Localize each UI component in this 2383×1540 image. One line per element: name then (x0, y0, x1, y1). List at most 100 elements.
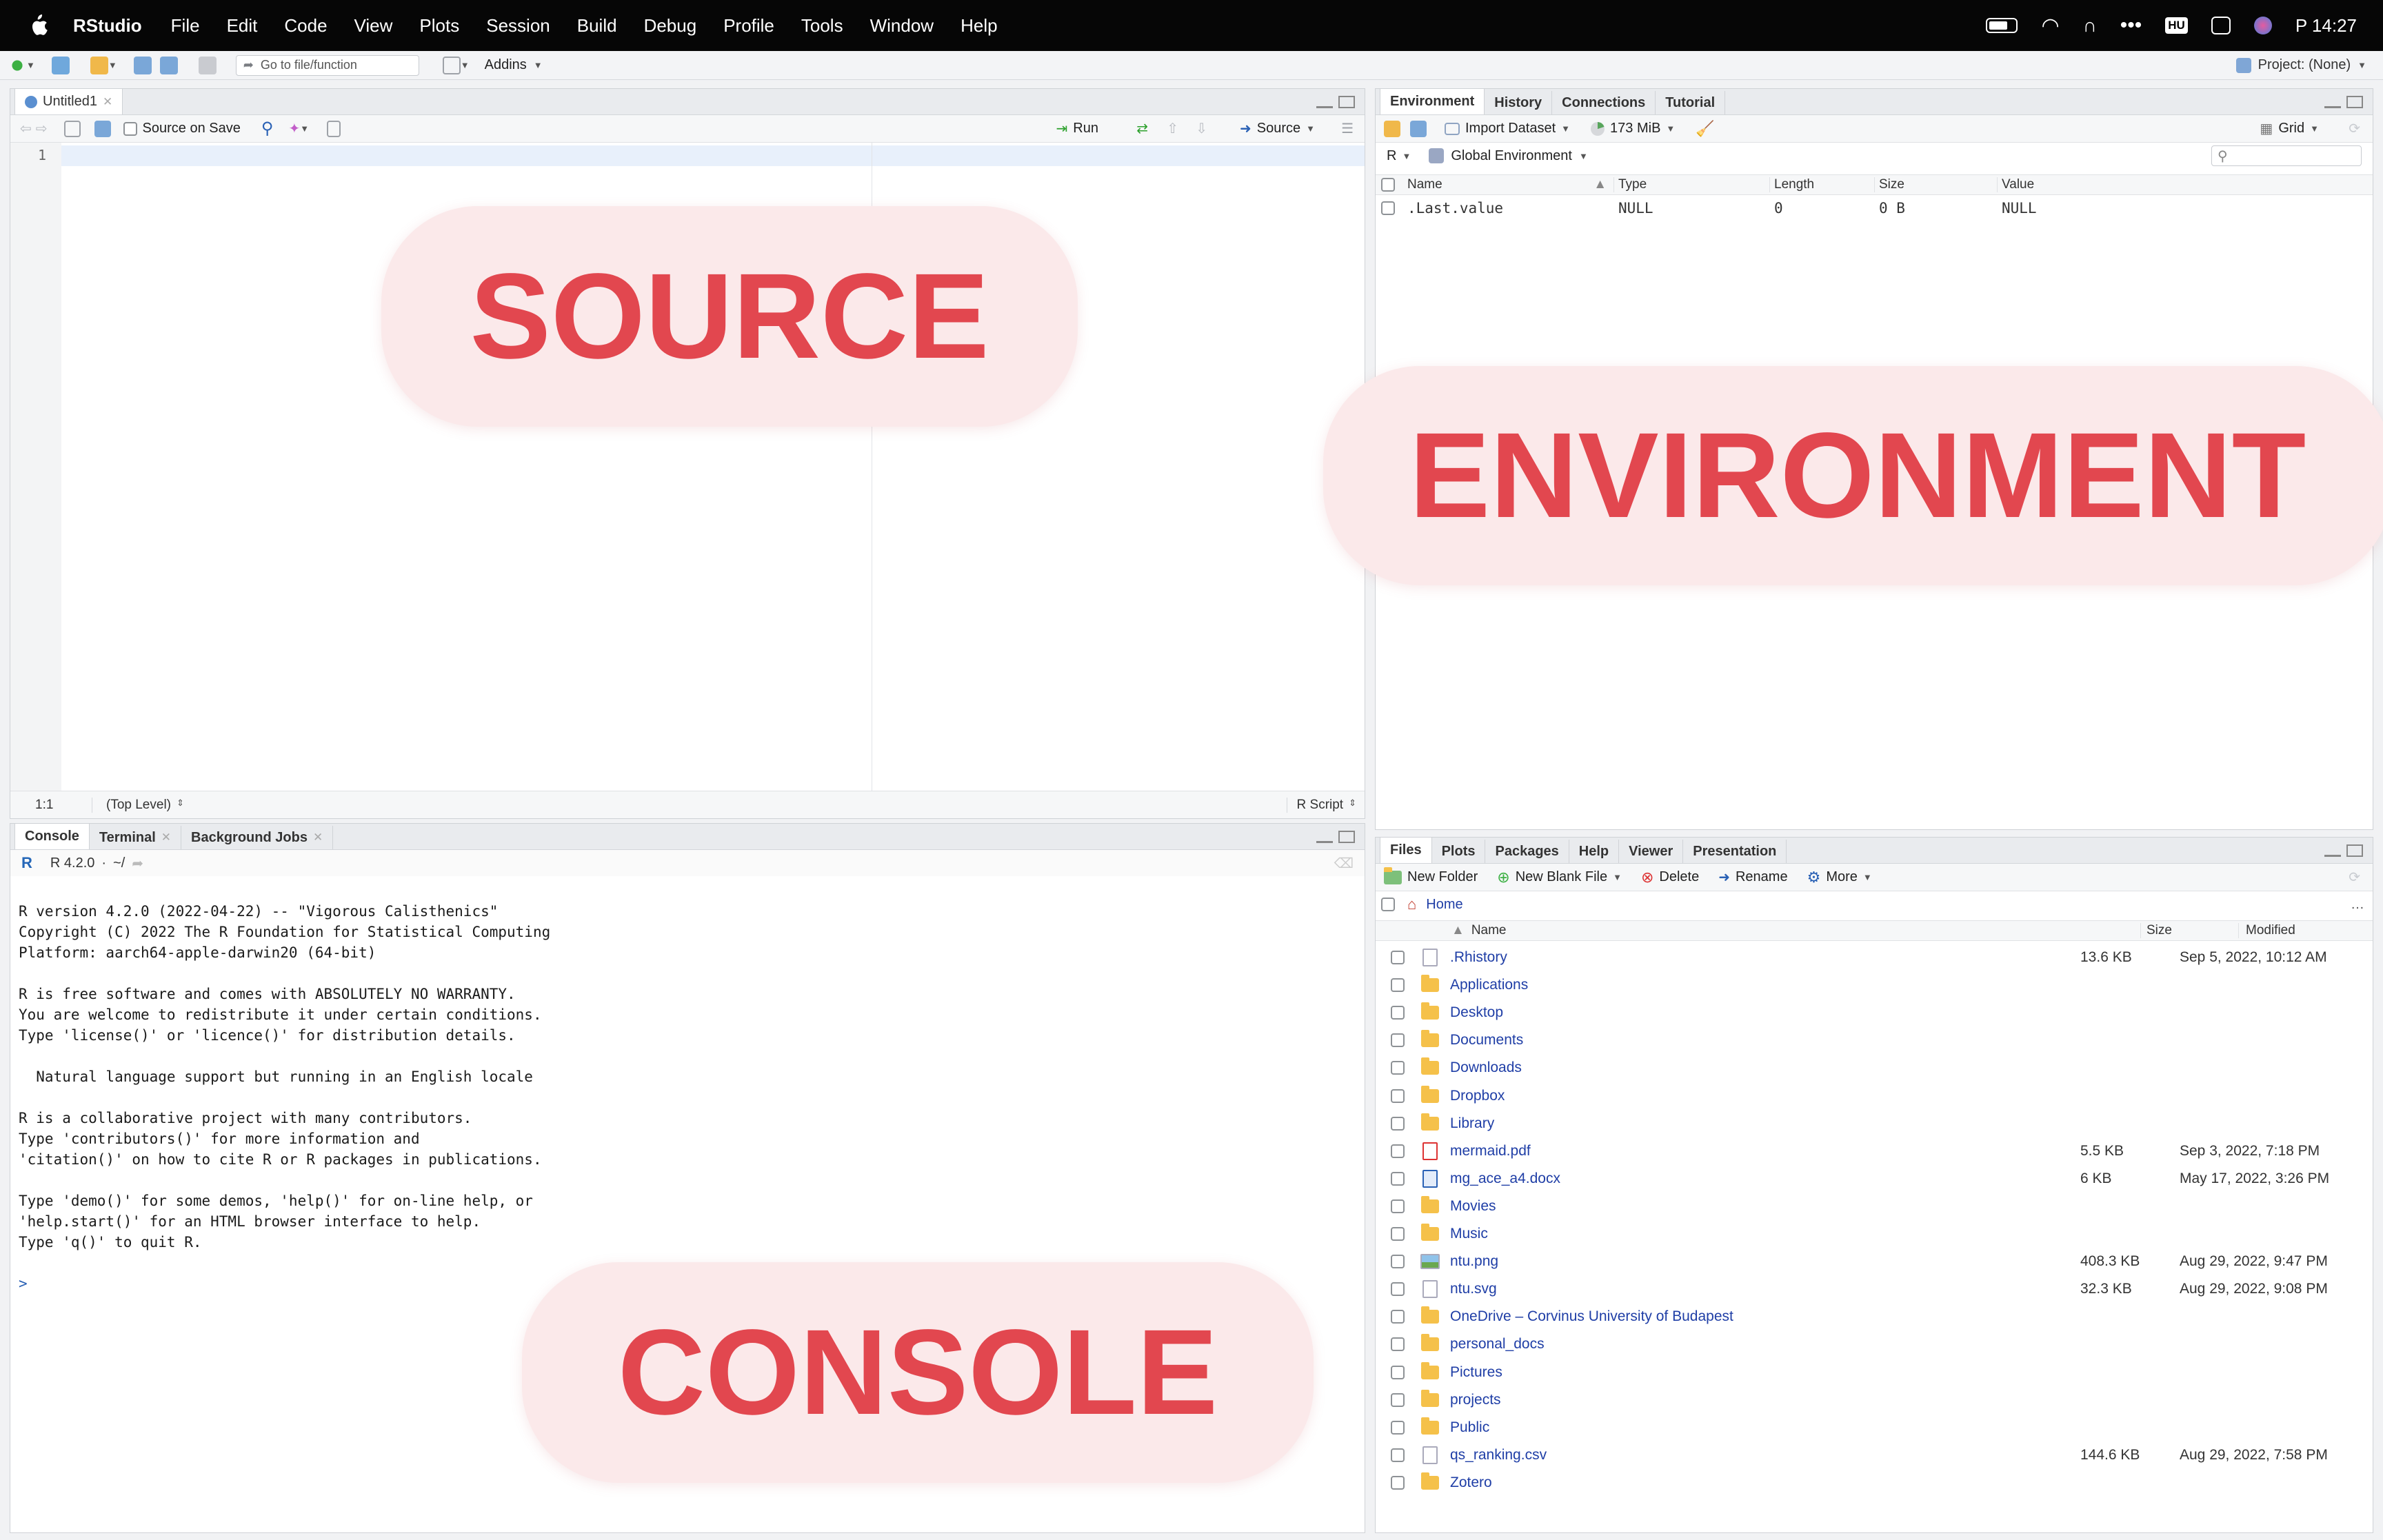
file-row[interactable]: Dropbox (1376, 1082, 2373, 1110)
scope-selector[interactable]: (Top Level) ⇕ (92, 797, 184, 813)
menu-view[interactable]: View (354, 15, 393, 37)
menu-window[interactable]: Window (870, 15, 934, 37)
file-row-checkbox[interactable] (1391, 1392, 1405, 1407)
file-name[interactable]: Pictures (1450, 1364, 2080, 1381)
tab-background-jobs[interactable]: Background Jobs ✕ (181, 826, 334, 849)
file-row-checkbox[interactable] (1391, 951, 1405, 964)
tab-connections[interactable]: Connections (1552, 91, 1656, 114)
goto-file-input[interactable]: ➦ Go to file/function (235, 54, 419, 76)
source-on-save-toggle[interactable]: Source on Save (123, 121, 241, 136)
close-terminal-icon[interactable]: ✕ (161, 831, 171, 844)
col-length-header[interactable]: Length (1774, 177, 1875, 192)
menu-debug[interactable]: Debug (644, 15, 697, 37)
breadcrumb-home[interactable]: Home (1426, 897, 1462, 913)
tab-console[interactable]: Console (14, 823, 90, 849)
project-menu[interactable]: Project: (None) ▼ (2235, 57, 2366, 73)
file-name[interactable]: Documents (1450, 1032, 2080, 1048)
file-name[interactable]: projects (1450, 1392, 2080, 1408)
code-tools-icon[interactable]: ✦ (288, 120, 300, 137)
clear-environment-icon[interactable]: 🧹 (1696, 120, 1714, 138)
file-row-checkbox[interactable] (1391, 1310, 1405, 1324)
home-icon[interactable]: ⌂ (1407, 895, 1416, 913)
apple-icon[interactable] (26, 13, 50, 38)
menu-profile[interactable]: Profile (723, 15, 774, 37)
select-all-files-checkbox[interactable] (1381, 898, 1395, 911)
app-menu-rstudio[interactable]: RStudio (73, 15, 142, 37)
file-name[interactable]: ntu.png (1450, 1253, 2080, 1270)
col-name-header[interactable]: ▲ Name (1451, 923, 2141, 938)
save-file-icon[interactable] (94, 120, 111, 137)
file-row-checkbox[interactable] (1391, 1171, 1405, 1186)
file-name[interactable]: mg_ace_a4.docx (1450, 1171, 2080, 1187)
menu-plots[interactable]: Plots (419, 15, 459, 37)
file-row[interactable]: .Rhistory 13.6 KB Sep 5, 2022, 10:12 AM (1376, 944, 2373, 971)
row-checkbox[interactable] (1381, 201, 1395, 215)
back-icon[interactable]: ⇦ (20, 120, 32, 137)
outline-icon[interactable]: ☰ (1341, 120, 1354, 137)
new-file-icon[interactable] (8, 56, 26, 74)
tab-history[interactable]: History (1485, 91, 1553, 114)
minimize-icon[interactable] (2324, 853, 2341, 857)
new-project-icon[interactable] (51, 56, 70, 74)
file-row-checkbox[interactable] (1391, 1116, 1405, 1131)
refresh-environment-icon[interactable]: ⟳ (2349, 120, 2360, 137)
show-in-window-icon[interactable] (63, 120, 81, 137)
tab-tutorial[interactable]: Tutorial (1656, 91, 1726, 114)
file-row-checkbox[interactable] (1391, 1475, 1405, 1490)
forward-icon[interactable]: ⇨ (36, 120, 48, 137)
file-row[interactable]: Documents (1376, 1026, 2373, 1054)
console-output[interactable]: R version 4.2.0 (2022-04-22) -- "Vigorou… (19, 901, 1351, 1294)
file-row[interactable]: ntu.png 408.3 KB Aug 29, 2022, 9:47 PM (1376, 1248, 2373, 1275)
load-workspace-icon[interactable] (1384, 120, 1400, 137)
maximize-icon[interactable] (2346, 844, 2363, 857)
file-row[interactable]: Movies (1376, 1193, 2373, 1220)
file-name[interactable]: Movies (1450, 1198, 2080, 1215)
save-all-icon[interactable] (159, 56, 178, 74)
file-row[interactable]: ntu.svg 32.3 KB Aug 29, 2022, 9:08 PM (1376, 1275, 2373, 1303)
tab-viewer[interactable]: Viewer (1619, 840, 1684, 863)
col-size-header[interactable]: Size (1879, 177, 1998, 192)
save-icon[interactable] (133, 56, 152, 74)
file-name[interactable]: .Rhistory (1450, 949, 2080, 966)
new-blank-file-button[interactable]: ⊕ New Blank File ▼ (1497, 869, 1622, 886)
goto-dir-icon[interactable]: ➦ (132, 855, 143, 872)
file-row[interactable]: Applications (1376, 971, 2373, 999)
go-up-icon[interactable]: ⇧ (1167, 120, 1178, 137)
file-row[interactable]: Library (1376, 1110, 2373, 1137)
menu-help[interactable]: Help (961, 15, 997, 37)
tab-plots[interactable]: Plots (1432, 840, 1486, 863)
language-selector[interactable]: R ▼ (1387, 148, 1411, 164)
rename-button[interactable]: ➜ Rename (1718, 869, 1787, 886)
file-name[interactable]: OneDrive – Corvinus University of Budape… (1450, 1308, 2080, 1325)
file-name[interactable]: Downloads (1450, 1060, 2080, 1076)
file-name[interactable]: Public (1450, 1419, 2080, 1436)
code-tools-dropdown-icon[interactable]: ▼ (300, 123, 309, 134)
input-source[interactable]: HU (2165, 17, 2188, 34)
file-name[interactable]: Desktop (1450, 1004, 2080, 1021)
tab-environment[interactable]: Environment (1380, 88, 1485, 114)
run-button[interactable]: ⇥ Run (1056, 120, 1098, 137)
file-row-checkbox[interactable] (1391, 1033, 1405, 1048)
file-row[interactable]: OneDrive – Corvinus University of Budape… (1376, 1303, 2373, 1330)
file-type-selector[interactable]: R Script ⇕ (1286, 797, 1356, 813)
tab-terminal[interactable]: Terminal ✕ (90, 826, 182, 849)
headphones-icon[interactable]: ∩ (2083, 14, 2097, 37)
save-workspace-icon[interactable] (1410, 120, 1427, 137)
file-name[interactable]: Applications (1450, 977, 2080, 993)
menu-build[interactable]: Build (577, 15, 617, 37)
pane-layout-icon[interactable] (442, 56, 461, 74)
file-row[interactable]: projects (1376, 1386, 2373, 1414)
import-dataset-button[interactable]: Import Dataset ▼ (1445, 121, 1570, 136)
file-name[interactable]: Library (1450, 1115, 2080, 1132)
menu-session[interactable]: Session (486, 15, 550, 37)
maximize-icon[interactable] (1338, 831, 1355, 843)
file-name[interactable]: personal_docs (1450, 1336, 2080, 1352)
open-file-dropdown-icon[interactable]: ▼ (108, 60, 117, 70)
delete-button[interactable]: ⊗ Delete (1641, 869, 1699, 886)
rerun-icon[interactable]: ⇄ (1136, 120, 1148, 137)
select-all-checkbox[interactable] (1381, 178, 1395, 192)
find-icon[interactable]: ⚲ (261, 119, 274, 139)
file-row-checkbox[interactable] (1391, 1144, 1405, 1158)
tab-packages[interactable]: Packages (1485, 840, 1569, 863)
compile-report-icon[interactable] (327, 120, 341, 137)
